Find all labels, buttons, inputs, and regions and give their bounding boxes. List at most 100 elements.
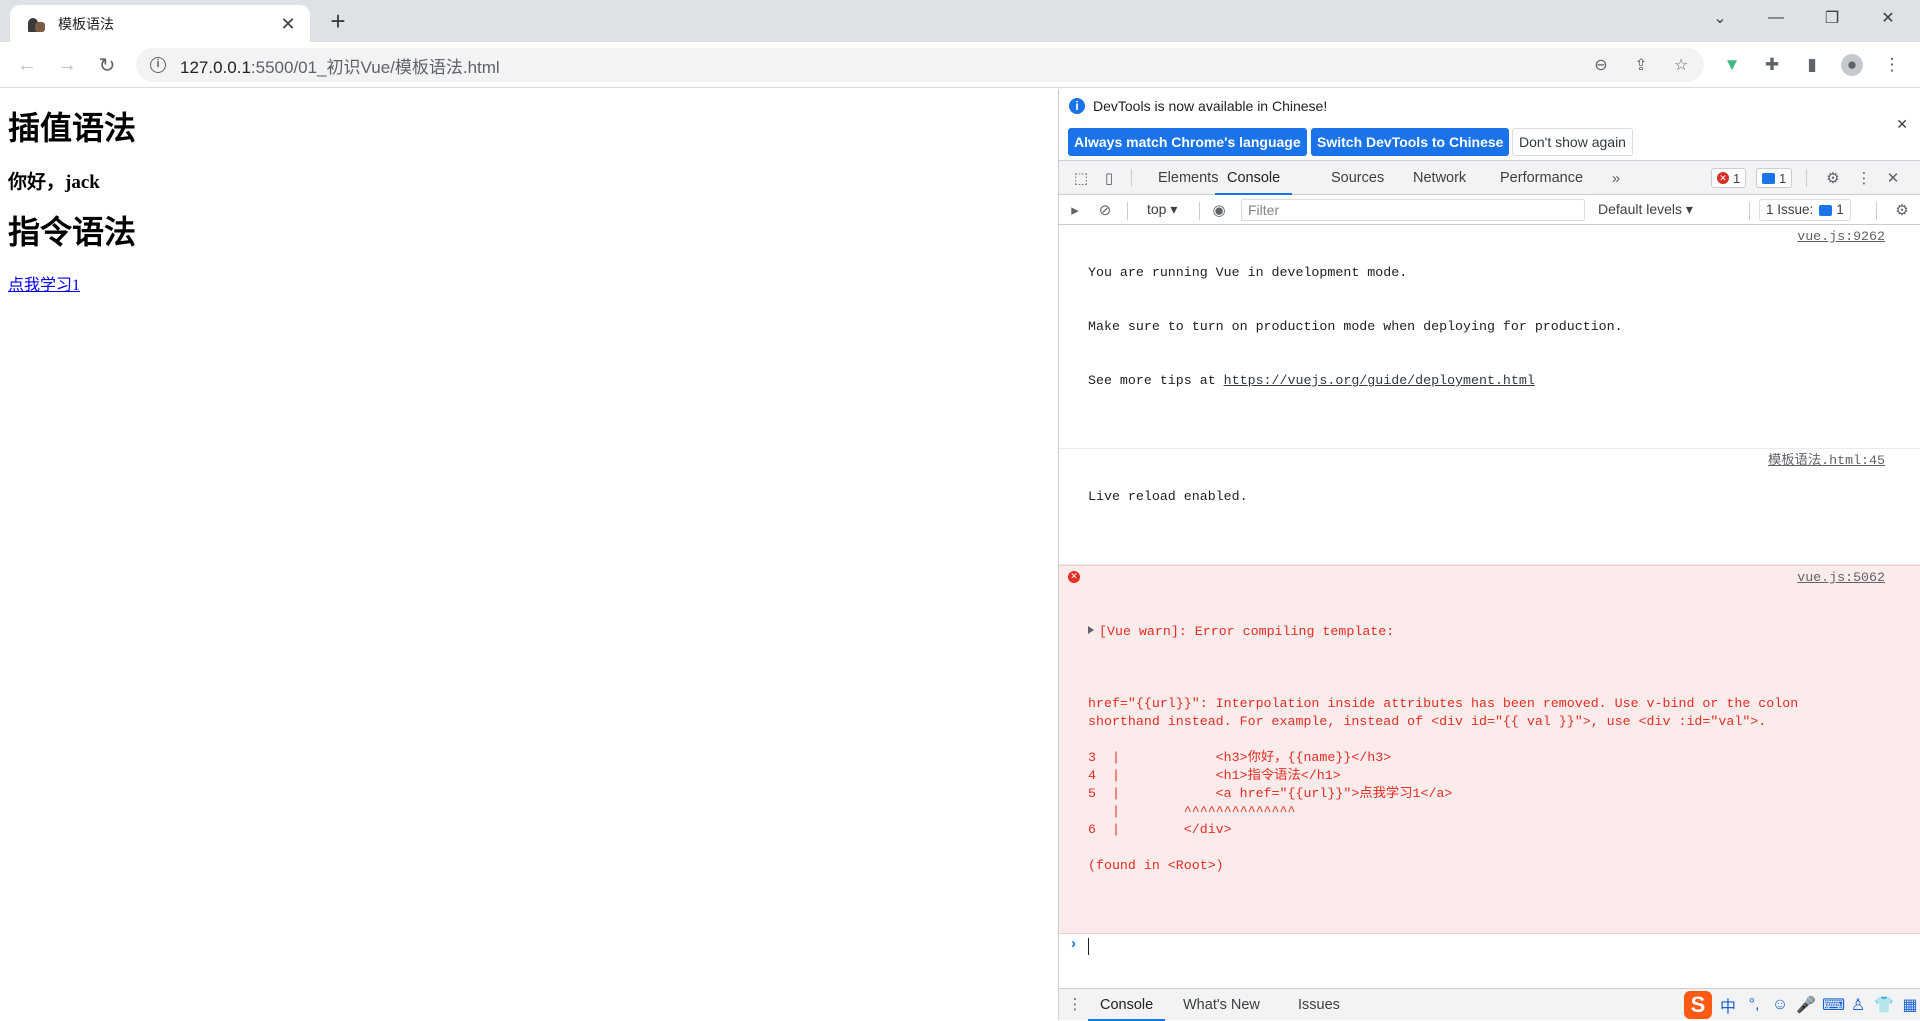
separator (1127, 202, 1128, 220)
page-content: 插值语法 你好，jack 指令语法 点我学习1 (0, 89, 1058, 1020)
settings-gear-icon[interactable]: ⚙ (1823, 169, 1843, 187)
back-icon[interactable]: ← (12, 50, 42, 80)
drawer-tab-issues[interactable]: Issues (1298, 989, 1340, 1021)
emoji-icon[interactable]: ☺ (1770, 996, 1790, 1014)
console-prompt[interactable]: › (1059, 934, 1920, 958)
greeting-text: 你好，jack (8, 172, 100, 194)
drawer-tab-console[interactable]: Console (1088, 989, 1166, 1021)
error-count: 1 (1733, 170, 1741, 186)
tab-performance[interactable]: Performance (1500, 161, 1583, 195)
infobar-close-icon[interactable]: ✕ (1896, 116, 1908, 133)
console-error-message: ✕ [Vue warn]: Error compiling template: … (1059, 565, 1920, 934)
tab-sources[interactable]: Sources (1331, 161, 1384, 195)
separator (1131, 169, 1132, 187)
address-bar[interactable]: i 127.0.0.1:5500/01_初识Vue/模板语法.html (136, 48, 1704, 82)
device-toolbar-icon[interactable]: ▯ (1099, 169, 1119, 187)
tab-title: 模板语法 (58, 15, 114, 32)
error-icon: ✕ (1717, 172, 1729, 184)
close-devtools-icon[interactable]: ✕ (1883, 169, 1903, 187)
tab-close-icon[interactable]: ✕ (278, 14, 298, 34)
error-count-badge[interactable]: ✕ 1 (1711, 168, 1747, 188)
devtools-panel: i DevTools is now available in Chinese! … (1059, 89, 1920, 1021)
devtools-tabbar: ⬚ ▯ Elements Console Sources Network Per… (1059, 161, 1920, 195)
learn-link[interactable]: 点我学习1 (8, 277, 80, 294)
zoom-icon[interactable]: ⊖ (1592, 56, 1610, 74)
switch-to-chinese-button[interactable]: Switch DevTools to Chinese (1311, 128, 1510, 156)
source-link[interactable]: 模板语法.html:45 (1768, 452, 1885, 470)
close-window-button[interactable]: ✕ (1860, 0, 1916, 36)
bookmark-star-icon[interactable]: ☆ (1672, 56, 1690, 74)
live-expression-eye-icon[interactable]: ◉ (1210, 201, 1228, 219)
console-filter-input[interactable]: Filter (1241, 199, 1585, 221)
console-filterbar: ▸ ⊘ top ▾ ◉ Filter Default levels ▾ 1 Is… (1059, 195, 1920, 225)
separator (1199, 202, 1200, 220)
prompt-chevron-icon: › (1069, 936, 1079, 953)
side-panel-icon[interactable]: ▮ (1801, 54, 1823, 76)
share-icon[interactable]: ⇪ (1632, 56, 1650, 74)
inspect-element-icon[interactable]: ⬚ (1071, 169, 1091, 187)
log-levels-dropdown[interactable]: Default levels ▾ (1598, 201, 1693, 218)
tab-network[interactable]: Network (1413, 161, 1466, 195)
minimize-button[interactable]: — (1748, 0, 1804, 36)
tab-elements[interactable]: Elements (1158, 161, 1218, 195)
msg-prefix: See more tips at (1088, 373, 1224, 388)
infobar-message: i DevTools is now available in Chinese! (1069, 98, 1327, 114)
info-icon: i (1069, 98, 1085, 114)
error-body: href="{{url}}": Interpolation inside att… (1088, 696, 1799, 873)
tab-strip: 模板语法 ✕ + ⌄ — ❐ ✕ (0, 0, 1920, 42)
issues-button[interactable]: 1 Issue: 1 (1759, 199, 1851, 221)
msg-line: Live reload enabled. (1088, 489, 1248, 504)
keyboard-icon[interactable]: ⌨ (1822, 995, 1845, 1015)
punctuation-icon[interactable]: °, (1744, 996, 1764, 1014)
microphone-icon[interactable]: 🎤 (1796, 995, 1816, 1015)
dont-show-again-button[interactable]: Don't show again (1512, 128, 1633, 156)
tab-search-icon[interactable]: ⌄ (1692, 0, 1748, 36)
context-selector[interactable]: top ▾ (1147, 201, 1177, 218)
vue-devtools-extension-icon[interactable]: ▼ (1721, 54, 1743, 76)
ime-mode[interactable]: 中 (1718, 993, 1738, 1017)
source-link[interactable]: vue.js:9262 (1797, 228, 1885, 246)
profile-avatar-icon[interactable]: ● (1841, 54, 1863, 76)
tab-console[interactable]: Console (1215, 161, 1293, 195)
heading-directive: 指令语法 (8, 214, 137, 251)
more-tabs-icon[interactable]: » (1606, 169, 1626, 187)
always-match-language-button[interactable]: Always match Chrome's language (1068, 128, 1307, 156)
drawer-menu-icon[interactable]: ⋮ (1065, 995, 1085, 1013)
infobar-text: DevTools is now available in Chinese! (1093, 98, 1328, 114)
msg-line: You are running Vue in development mode. (1088, 265, 1408, 280)
source-link[interactable]: vue.js:5062 (1797, 569, 1885, 587)
new-tab-button[interactable]: + (324, 8, 352, 36)
separator (1749, 202, 1750, 220)
grid-menu-icon[interactable]: ▦ (1900, 995, 1920, 1015)
browser-toolbar: ← → ↻ i 127.0.0.1:5500/01_初识Vue/模板语法.htm… (0, 42, 1920, 88)
drawer-tab-whats-new[interactable]: What's New (1183, 989, 1260, 1021)
url-text: 127.0.0.1:5500/01_初识Vue/模板语法.html (180, 53, 500, 78)
console-settings-icon[interactable]: ⚙ (1893, 201, 1911, 219)
separator (1806, 169, 1807, 187)
maximize-button[interactable]: ❐ (1804, 0, 1860, 36)
deployment-link[interactable]: https://vuejs.org/guide/deployment.html (1224, 373, 1535, 388)
browser-tab[interactable]: 模板语法 ✕ (10, 5, 310, 42)
console-message: Live reload enabled. 模板语法.html:45 (1059, 449, 1920, 565)
error-header[interactable]: [Vue warn]: Error compiling template: (1088, 623, 1885, 641)
chrome-menu-icon[interactable]: ⋮ (1881, 54, 1903, 76)
issues-label: 1 Issue: (1766, 202, 1814, 217)
devtools-menu-icon[interactable]: ⋮ (1854, 169, 1874, 187)
show-sidebar-icon[interactable]: ▸ (1066, 201, 1084, 219)
reload-icon[interactable]: ↻ (92, 50, 122, 80)
user-icon[interactable]: ♙ (1848, 995, 1868, 1015)
extensions-puzzle-icon[interactable]: ✚ (1761, 54, 1783, 76)
message-count-badge[interactable]: 1 (1756, 168, 1793, 188)
sogou-logo-icon[interactable]: S (1684, 991, 1712, 1019)
skin-shirt-icon[interactable]: 👕 (1874, 995, 1894, 1015)
console-output: You are running Vue in development mode.… (1059, 225, 1920, 981)
console-message: You are running Vue in development mode.… (1059, 225, 1920, 449)
site-info-icon[interactable]: i (150, 57, 166, 73)
error-circle-icon: ✕ (1068, 571, 1080, 583)
expand-triangle-icon[interactable] (1088, 626, 1094, 634)
forward-icon[interactable]: → (52, 50, 82, 80)
message-count: 1 (1779, 170, 1787, 186)
clear-console-icon[interactable]: ⊘ (1096, 201, 1114, 219)
language-infobar: i DevTools is now available in Chinese! … (1059, 89, 1920, 161)
url-path: :5500/01_初识Vue/模板语法.html (250, 57, 500, 77)
